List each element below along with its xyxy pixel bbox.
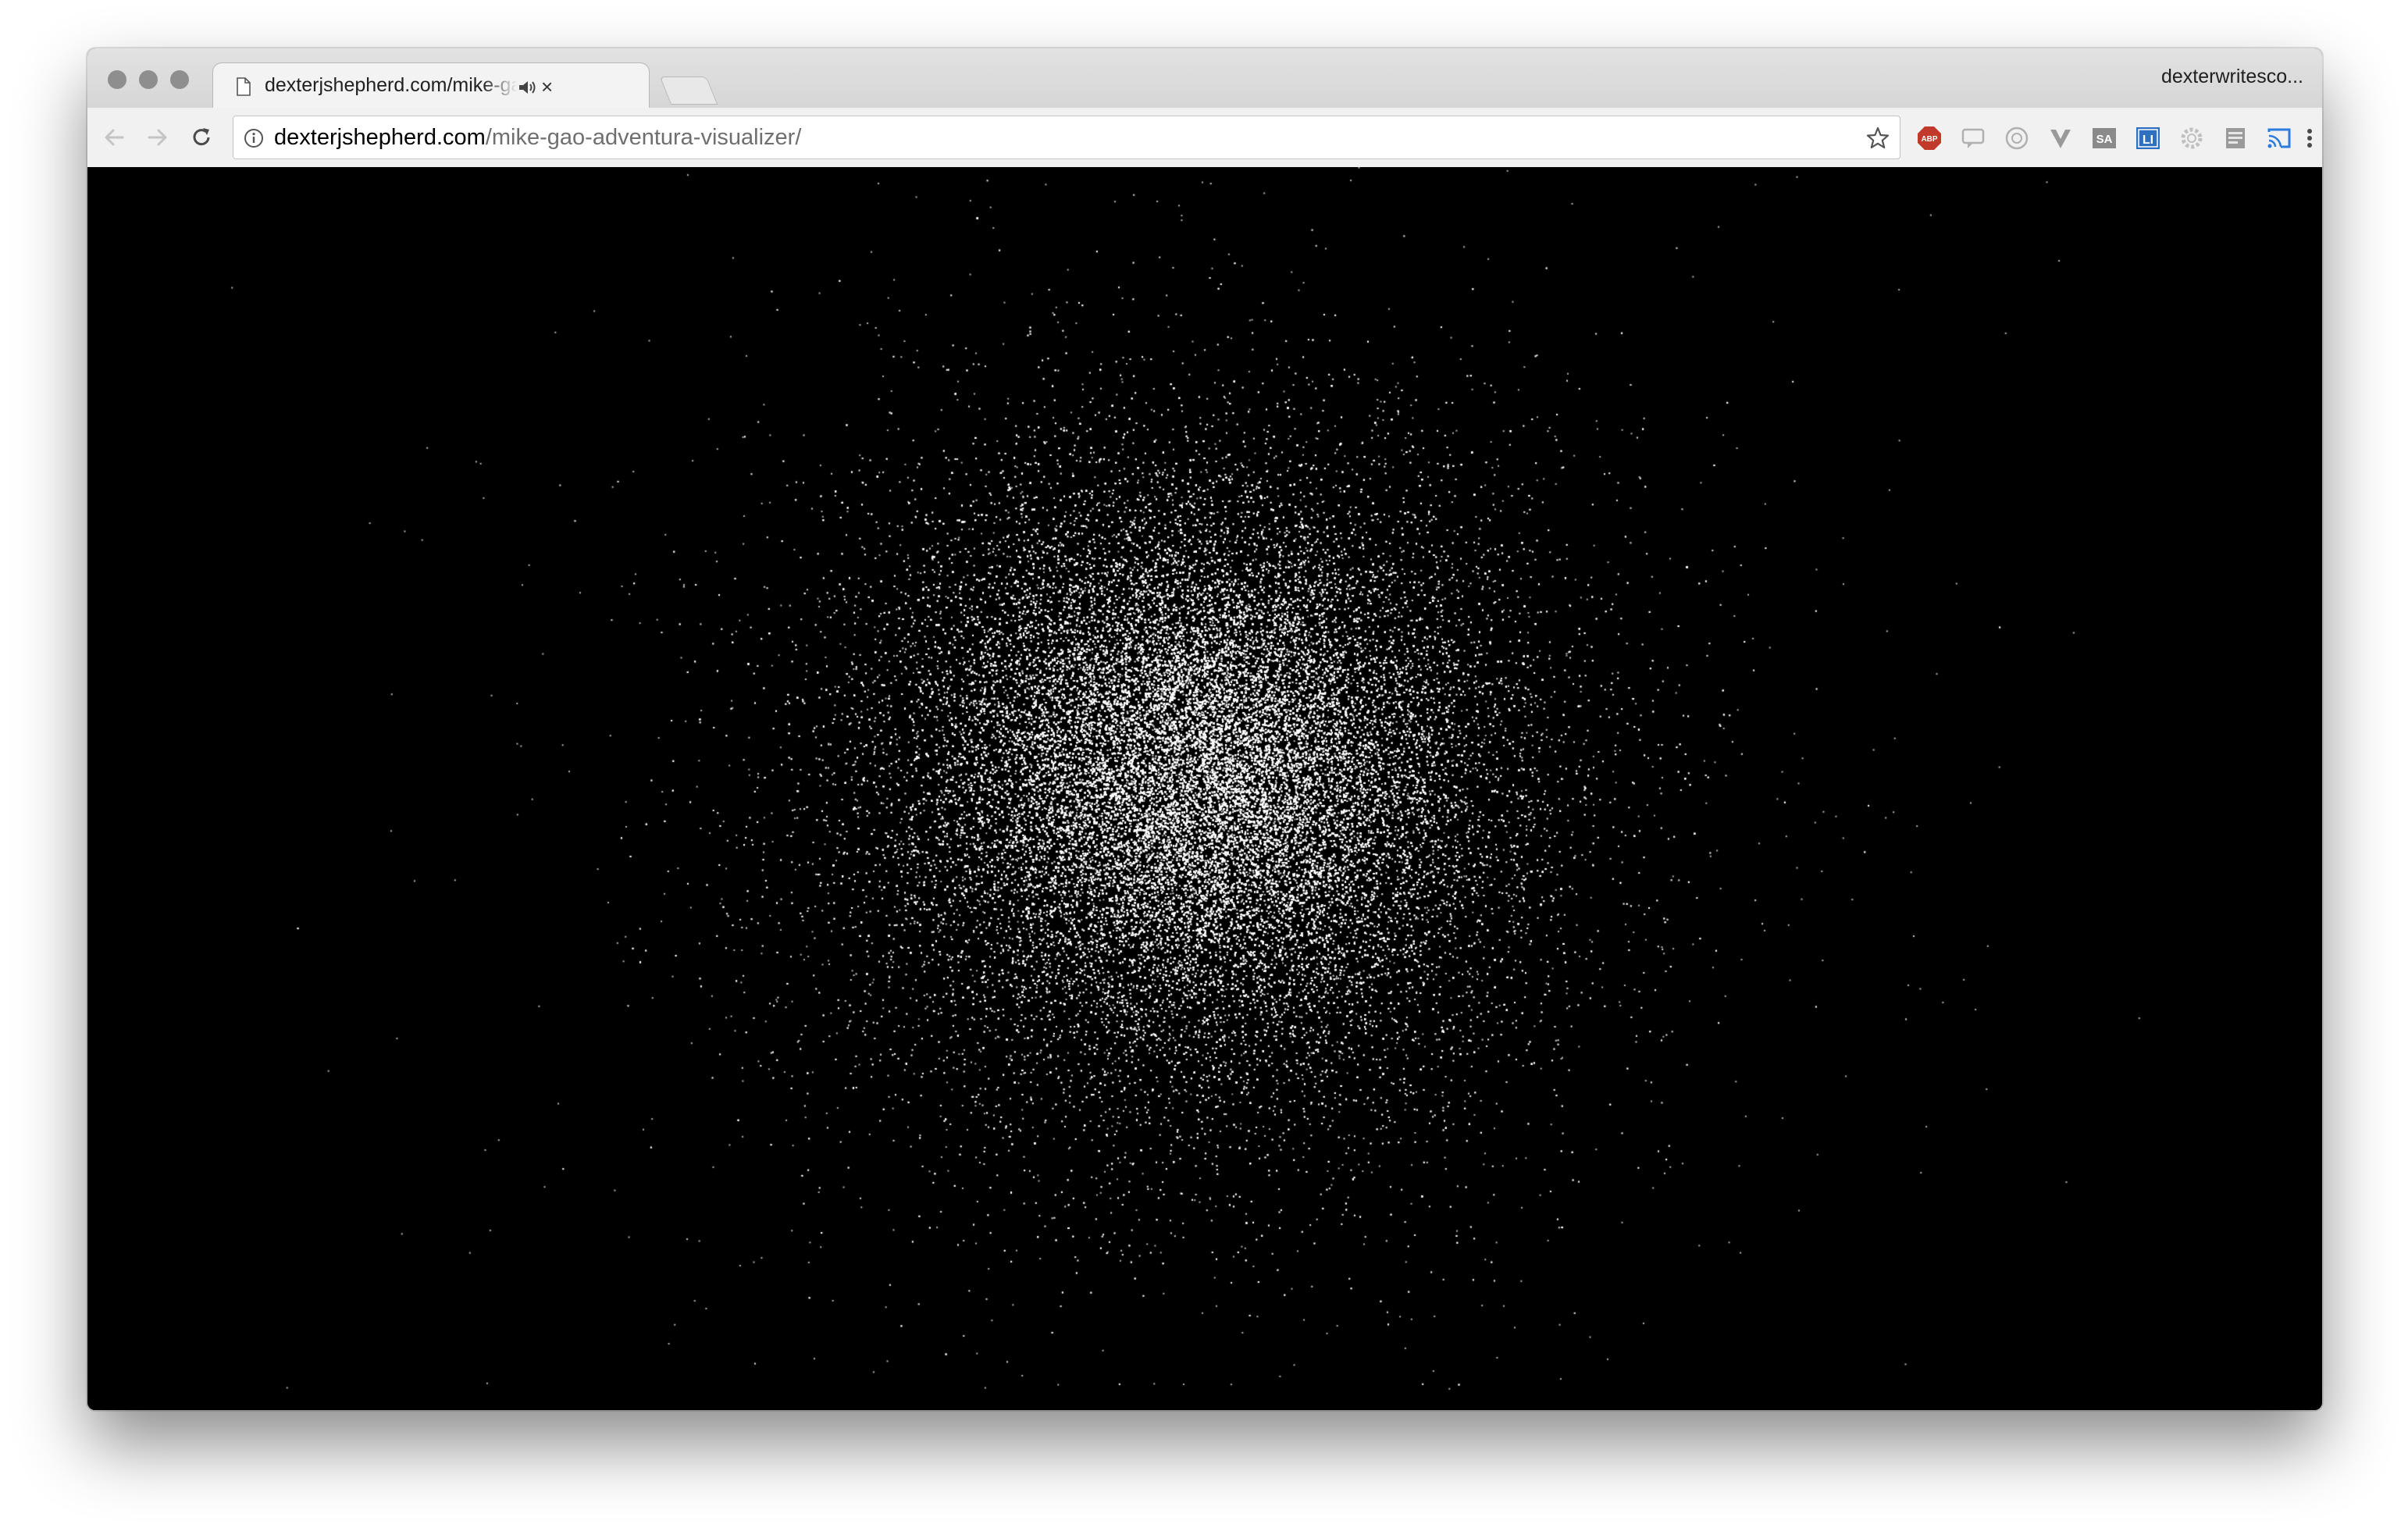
sa-extension-icon[interactable]: SA: [2091, 125, 2118, 151]
chat-bubble-extension-icon[interactable]: [1960, 125, 1986, 151]
browser-window: dexterjshepherd.com/mike-gao-adventura-v…: [87, 48, 2322, 1410]
zoom-window-button[interactable]: [170, 70, 189, 89]
minimize-window-button[interactable]: [139, 70, 158, 89]
bookmark-star-icon[interactable]: [1865, 126, 1890, 151]
address-bar[interactable]: dexterjshepherd.com/mike-gao-adventura-v…: [233, 116, 1900, 159]
tab-title: dexterjshepherd.com/mike-gao-adventura-v…: [265, 74, 518, 96]
new-tab-button[interactable]: [659, 77, 718, 105]
reload-icon[interactable]: [189, 125, 214, 150]
page-content: [87, 167, 2322, 1410]
browser-toolbar: dexterjshepherd.com/mike-gao-adventura-v…: [87, 108, 2322, 168]
profile-name[interactable]: dexterwritesco...: [2161, 66, 2303, 88]
particle-visualizer-canvas[interactable]: [87, 167, 2322, 1410]
page-icon: [237, 77, 251, 96]
v-extension-icon[interactable]: [2047, 125, 2074, 151]
url-host: dexterjshepherd.com: [274, 125, 486, 150]
adblock-plus-icon[interactable]: ABP: [1916, 125, 1943, 151]
adblock-label: ABP: [1921, 135, 1937, 144]
sa-label: SA: [2096, 133, 2113, 146]
li-extension-icon[interactable]: LI: [2135, 125, 2161, 151]
tab-strip: dexterjshepherd.com/mike-gao-adventura-v…: [87, 48, 2322, 109]
menu-icon[interactable]: [2300, 125, 2319, 151]
cast-icon[interactable]: [2266, 125, 2292, 151]
close-window-button[interactable]: [108, 70, 126, 89]
close-tab-icon[interactable]: ×: [541, 76, 553, 98]
circle-extension-icon[interactable]: [2004, 125, 2030, 151]
active-tab[interactable]: dexterjshepherd.com/mike-gao-adventura-v…: [212, 62, 650, 109]
back-arrow-icon[interactable]: [102, 125, 126, 150]
url-text[interactable]: dexterjshepherd.com/mike-gao-adventura-v…: [274, 125, 801, 151]
info-icon[interactable]: [243, 127, 265, 149]
gear-extension-icon[interactable]: [2178, 125, 2205, 151]
speaker-icon[interactable]: [518, 79, 536, 96]
url-path: /mike-gao-adventura-visualizer/: [485, 125, 802, 150]
li-label: LI: [2143, 134, 2153, 147]
window-extension-icon[interactable]: [2222, 125, 2249, 151]
forward-arrow-icon[interactable]: [145, 125, 170, 150]
